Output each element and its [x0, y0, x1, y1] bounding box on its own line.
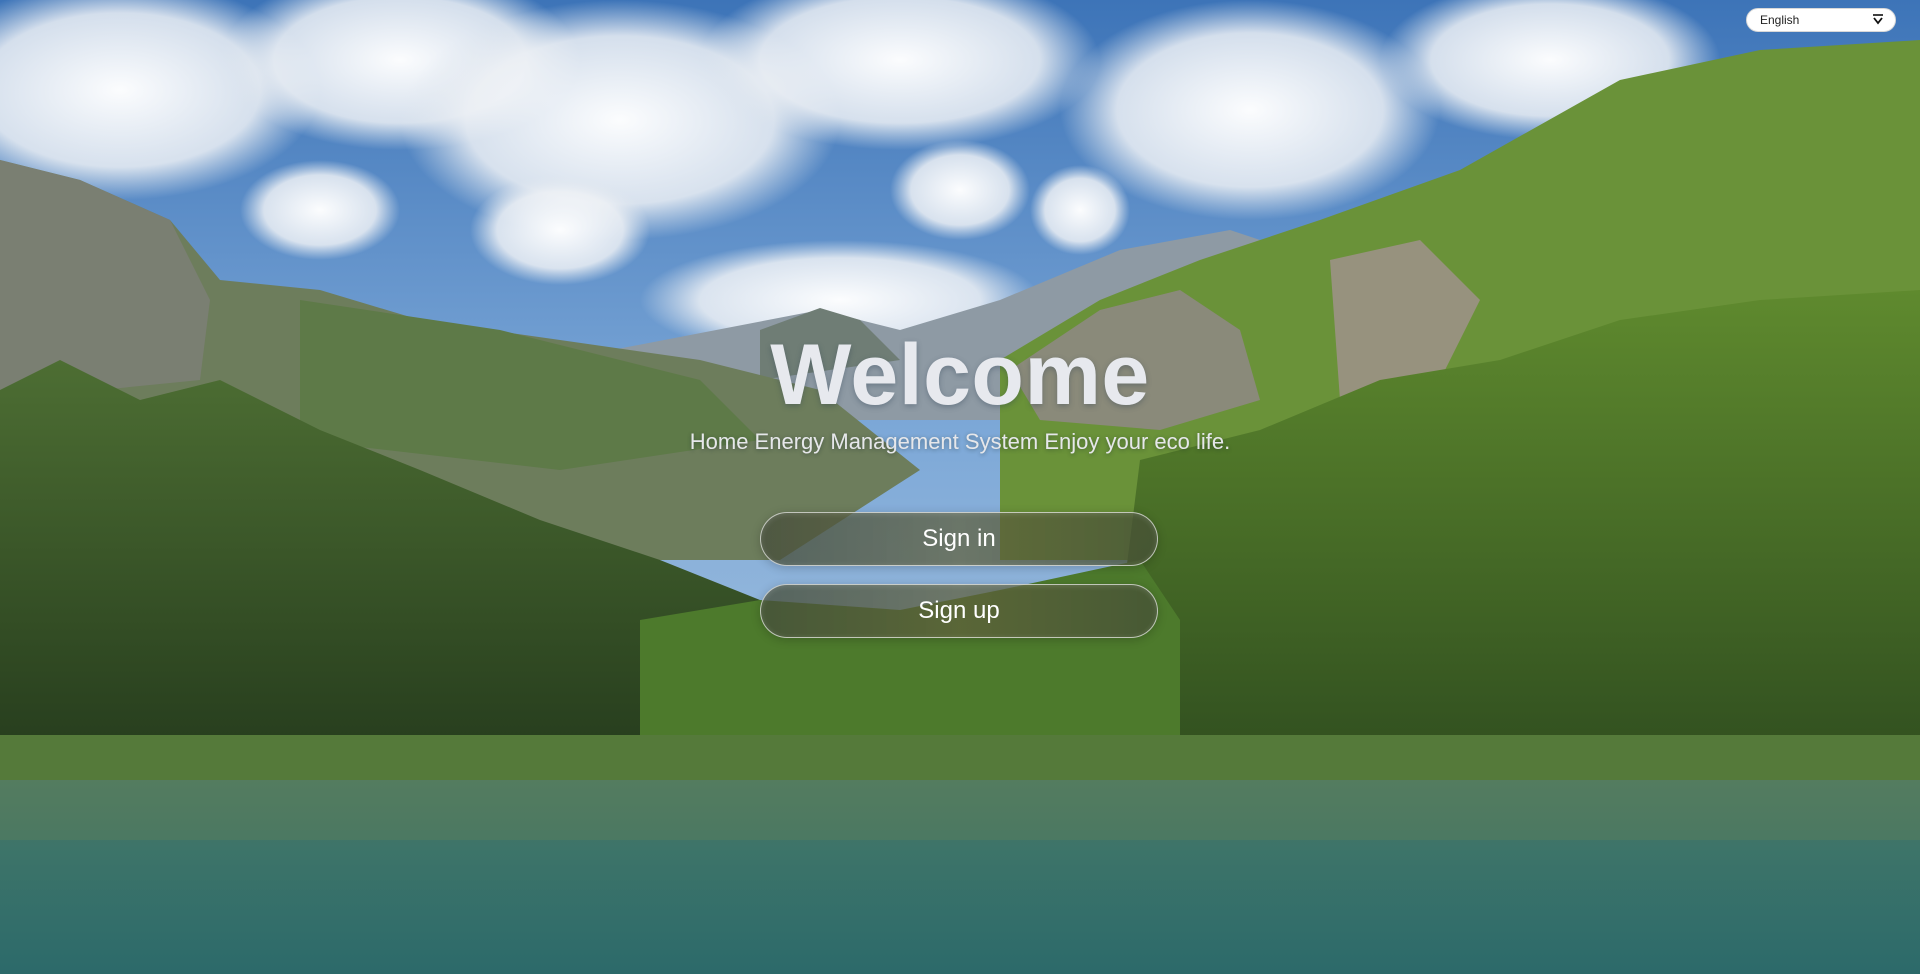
- welcome-title: Welcome: [770, 327, 1150, 423]
- hero-section: Welcome Home Energy Management System En…: [0, 322, 1920, 456]
- sign-in-button[interactable]: Sign in: [760, 512, 1158, 566]
- background-landscape-image: [0, 0, 1920, 974]
- chevron-down-icon: [1873, 14, 1883, 25]
- landing-page: English Welcome Home Energy Management S…: [0, 0, 1920, 974]
- language-select[interactable]: English: [1746, 8, 1896, 32]
- language-select-value: English: [1760, 13, 1800, 27]
- sign-up-button[interactable]: Sign up: [760, 584, 1158, 638]
- welcome-subtitle: Home Energy Management System Enjoy your…: [689, 429, 1231, 454]
